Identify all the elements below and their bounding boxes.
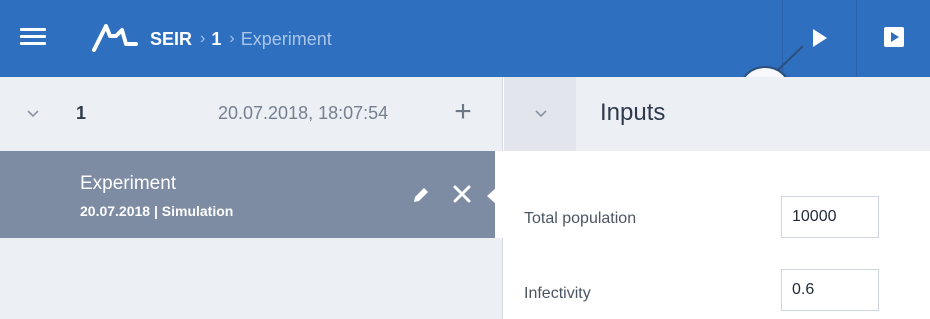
inputs-title: Inputs bbox=[600, 99, 666, 126]
total-population-label: Total population bbox=[524, 210, 637, 227]
experiment-row[interactable]: Experiment 20.07.2018 | Simulation bbox=[0, 151, 495, 238]
infectivity-input[interactable] bbox=[781, 269, 879, 311]
infectivity-label: Infectivity bbox=[524, 285, 591, 302]
chevron-down-icon bbox=[535, 110, 547, 118]
chevron-down-icon[interactable] bbox=[26, 108, 40, 120]
inputs-collapse-toggle[interactable] bbox=[504, 77, 576, 151]
selection-notch bbox=[487, 187, 497, 205]
play-icon bbox=[813, 29, 827, 47]
experiment-name: Experiment bbox=[80, 173, 177, 194]
breadcrumb-current: Experiment bbox=[240, 28, 332, 49]
experiment-subtitle: 20.07.2018 | Simulation bbox=[80, 203, 234, 219]
breadcrumb-separator: › bbox=[200, 30, 206, 47]
project-timestamp: 20.07.2018, 18:07:54 bbox=[218, 103, 389, 123]
breadcrumb-separator: › bbox=[229, 30, 235, 47]
pencil-icon[interactable] bbox=[410, 184, 432, 206]
project-row[interactable]: 1 20.07.2018, 18:07:54 + bbox=[0, 77, 503, 151]
close-icon[interactable] bbox=[451, 183, 473, 205]
project-id: 1 bbox=[76, 103, 87, 123]
hamburger-menu-icon[interactable] bbox=[20, 24, 46, 52]
breadcrumb: SEIR › 1 › Experiment bbox=[150, 26, 332, 52]
run-animation-button[interactable] bbox=[857, 0, 930, 77]
breadcrumb-home-link[interactable]: SEIR bbox=[150, 29, 192, 50]
total-population-input[interactable] bbox=[781, 196, 879, 238]
play-box-icon bbox=[884, 27, 904, 47]
top-bar: SEIR › 1 › Experiment bbox=[0, 0, 930, 77]
app-logo-icon bbox=[92, 24, 138, 52]
experiment-list-empty-area bbox=[0, 238, 503, 319]
add-experiment-button[interactable]: + bbox=[450, 97, 476, 127]
run-button[interactable] bbox=[783, 0, 856, 77]
breadcrumb-project-link[interactable]: 1 bbox=[211, 29, 221, 50]
